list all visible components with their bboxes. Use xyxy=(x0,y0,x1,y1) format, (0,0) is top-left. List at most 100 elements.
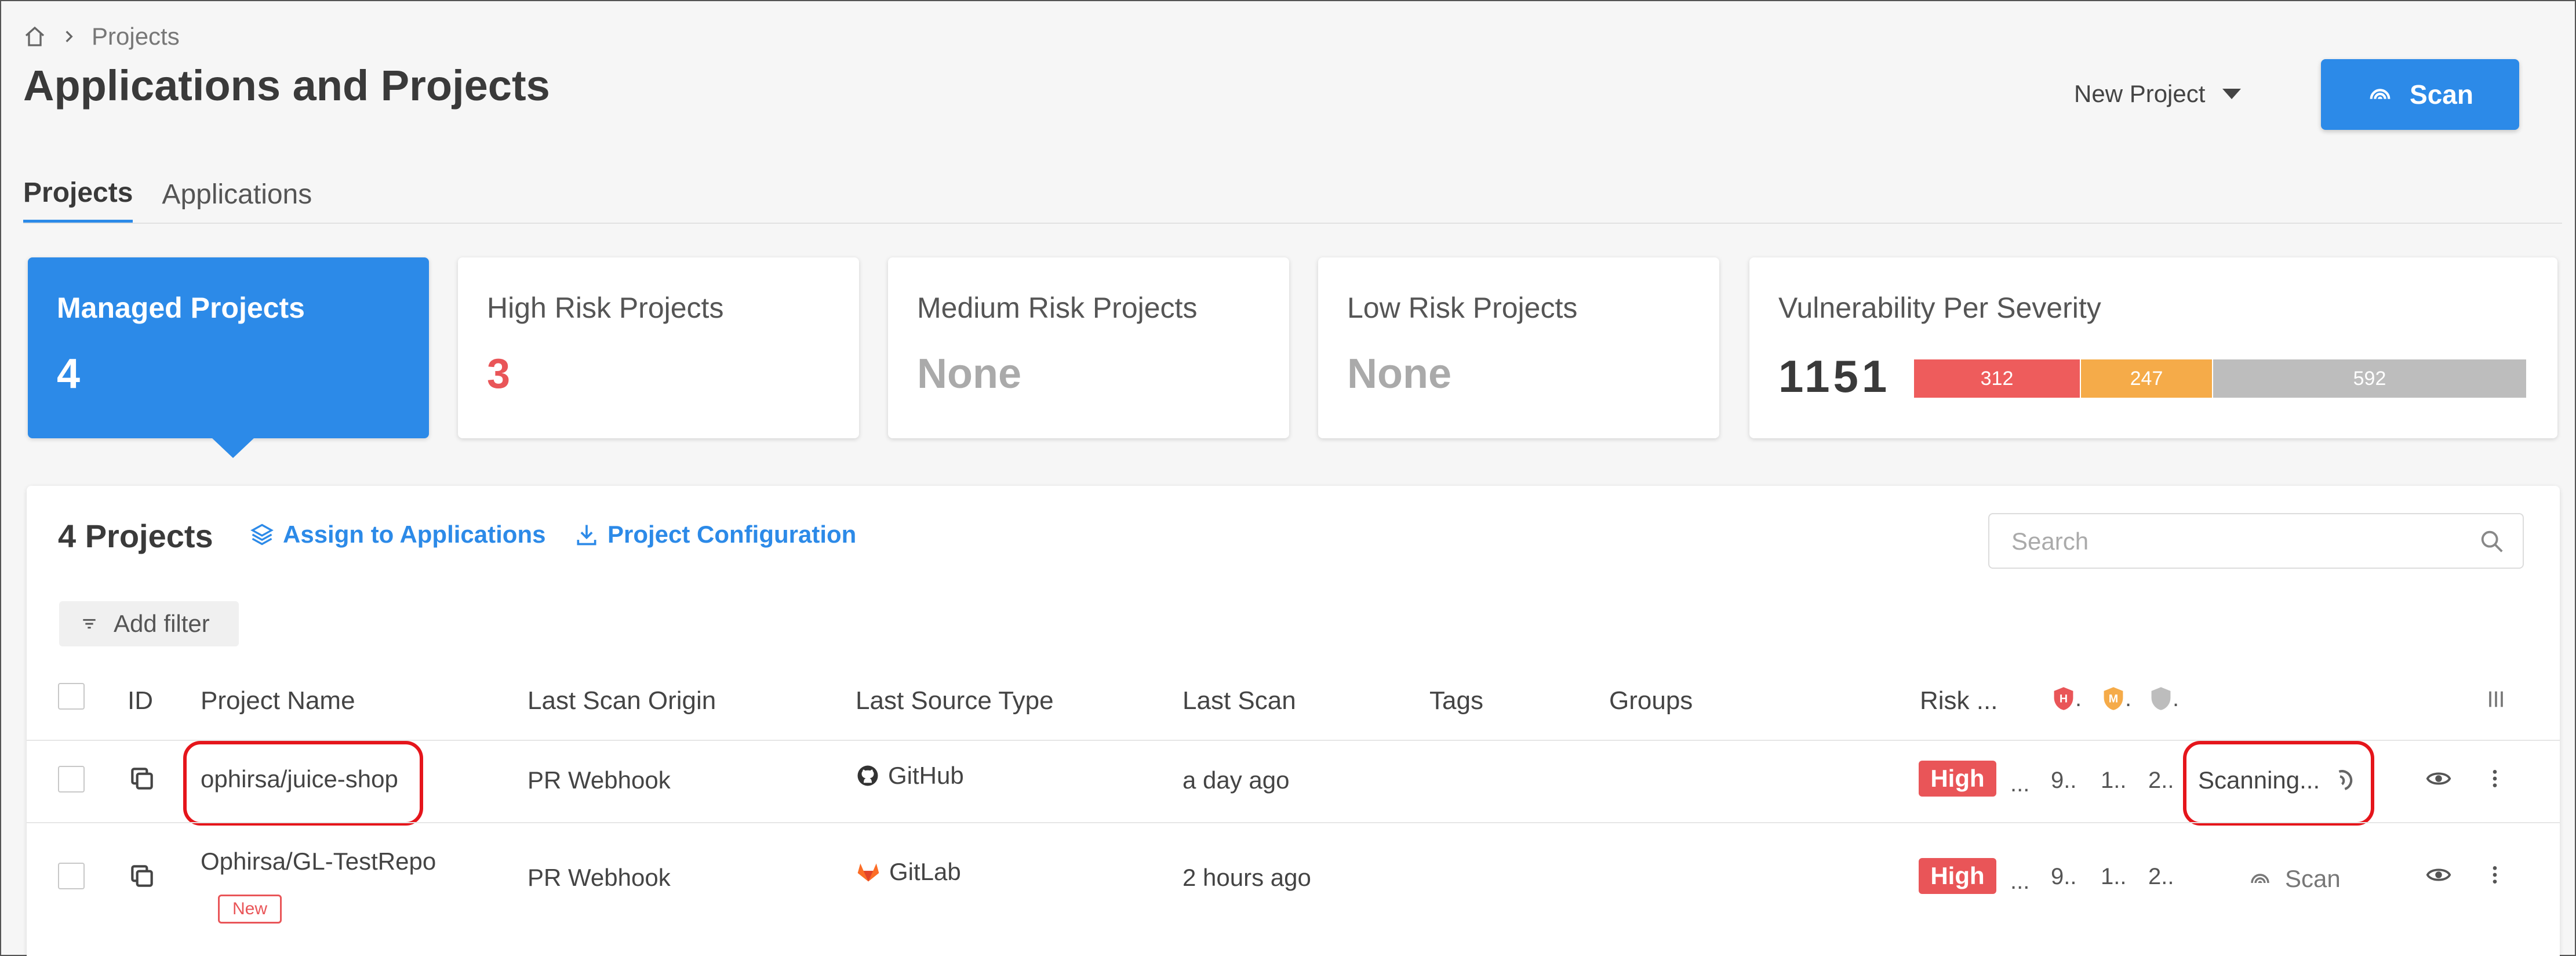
column-header-id[interactable]: ID xyxy=(128,686,153,715)
caret-down-icon xyxy=(2222,89,2242,99)
more-options-icon[interactable] xyxy=(2483,862,2506,888)
layers-icon xyxy=(250,524,274,546)
column-header-last-scan-origin[interactable]: Last Scan Origin xyxy=(527,686,716,715)
breadcrumb-current[interactable]: Projects xyxy=(92,23,180,50)
download-icon xyxy=(577,525,596,546)
add-filter-label: Add filter xyxy=(114,610,210,637)
low-risk-card[interactable]: Low Risk Projects None xyxy=(1318,257,1719,438)
medium-severity-header-dot: . xyxy=(2125,686,2132,711)
project-name-link[interactable]: Ophirsa/GL-TestRepo xyxy=(201,848,436,875)
card-title: Managed Projects xyxy=(57,292,305,324)
card-title: Medium Risk Projects xyxy=(917,292,1198,324)
row-checkbox[interactable] xyxy=(58,766,85,793)
copy-id-icon[interactable] xyxy=(128,764,157,793)
medium-severity-shield-icon: M xyxy=(2104,687,2123,710)
filter-icon xyxy=(83,619,96,629)
card-value: None xyxy=(1347,351,1451,397)
column-header-tags[interactable]: Tags xyxy=(1429,686,1483,715)
gitlab-icon xyxy=(857,863,879,882)
column-header-last-scan[interactable]: Last Scan xyxy=(1183,686,1296,715)
column-header-risk[interactable]: Risk ... xyxy=(1920,686,1998,715)
search-box xyxy=(1988,513,2524,569)
tabs-divider xyxy=(23,223,2562,224)
project-configuration-link[interactable]: Project Configuration xyxy=(574,521,856,548)
last-scan-time: a day ago xyxy=(1183,766,1290,794)
medium-risk-card[interactable]: Medium Risk Projects None xyxy=(888,257,1289,438)
risk-badge: High xyxy=(1919,761,1996,797)
last-source-type: GitHub xyxy=(856,762,964,790)
card-value: None xyxy=(917,351,1021,397)
low-severity-header-dot: . xyxy=(2173,686,2180,711)
highlight-box-scanning xyxy=(2183,741,2374,826)
copy-id-icon[interactable] xyxy=(128,862,157,890)
high-risk-card[interactable]: High Risk Projects 3 xyxy=(458,257,859,438)
card-title: Vulnerability Per Severity xyxy=(1778,292,2101,324)
source-type-label: GitLab xyxy=(889,858,961,885)
high-count: 9.. xyxy=(2051,768,2077,793)
assign-label: Assign to Applications xyxy=(283,521,546,548)
home-icon[interactable] xyxy=(23,25,46,48)
scan-button-label: Scan xyxy=(2410,79,2473,110)
severity-bar-high[interactable]: 312 xyxy=(1914,359,2080,398)
risk-badge: High xyxy=(1919,858,1996,894)
search-input[interactable] xyxy=(2010,514,2465,569)
high-severity-shield-icon: H xyxy=(2054,687,2073,710)
last-scan-origin: PR Webhook xyxy=(527,864,671,891)
high-count: 9.. xyxy=(2051,864,2077,889)
scan-icon xyxy=(2370,89,2391,100)
column-header-low-severity[interactable]: . xyxy=(2149,685,2179,712)
low-count: 2.. xyxy=(2148,864,2174,889)
severity-bar-low[interactable]: 592 xyxy=(2213,359,2526,398)
row-checkbox[interactable] xyxy=(58,863,85,889)
high-severity-header-dot: . xyxy=(2075,686,2082,711)
column-header-project-name[interactable]: Project Name xyxy=(201,686,355,715)
chevron-right-icon xyxy=(66,31,73,42)
highlight-box-project-name xyxy=(183,741,423,826)
low-severity-shield-icon xyxy=(2151,687,2171,710)
search-icon[interactable] xyxy=(2479,528,2505,555)
card-value: 3 xyxy=(487,351,511,397)
breadcrumb: Projects xyxy=(23,22,180,51)
assign-to-applications-link[interactable]: Assign to Applications xyxy=(249,521,545,548)
last-source-type: GitLab xyxy=(856,858,961,886)
row-divider xyxy=(27,822,2560,823)
svg-text:H: H xyxy=(2060,693,2068,706)
config-label: Project Configuration xyxy=(607,521,857,548)
more-options-icon[interactable] xyxy=(2483,765,2506,792)
view-eye-icon[interactable] xyxy=(2425,765,2452,792)
card-pointer xyxy=(211,437,255,458)
vulnerability-total: 1151 xyxy=(1778,351,1891,402)
risk-more: ... xyxy=(2010,868,2030,894)
column-header-last-source-type[interactable]: Last Source Type xyxy=(856,686,1054,715)
column-header-high-severity[interactable]: H . xyxy=(2052,685,2082,712)
row-scan-button[interactable]: Scan xyxy=(2248,865,2341,893)
low-count: 2.. xyxy=(2148,768,2174,793)
select-all-checkbox[interactable] xyxy=(58,683,85,710)
column-header-groups[interactable]: Groups xyxy=(1609,686,1693,715)
new-project-label: New Project xyxy=(2074,80,2206,107)
projects-count: 4 Projects xyxy=(58,518,213,554)
medium-count: 1.. xyxy=(2101,864,2127,889)
view-eye-icon[interactable] xyxy=(2425,862,2452,888)
card-title: High Risk Projects xyxy=(487,292,724,324)
tab-projects[interactable]: Projects xyxy=(23,165,133,223)
severity-bar-medium[interactable]: 247 xyxy=(2081,359,2212,398)
risk-more: ... xyxy=(2010,771,2030,797)
column-header-medium-severity[interactable]: M . xyxy=(2102,685,2131,712)
managed-projects-card[interactable]: Managed Projects 4 xyxy=(28,257,429,438)
source-type-label: GitHub xyxy=(888,762,964,789)
tab-bar: Projects Applications xyxy=(23,165,312,223)
medium-count: 1.. xyxy=(2101,768,2127,793)
svg-text:M: M xyxy=(2109,693,2118,706)
last-scan-time: 2 hours ago xyxy=(1183,864,1311,891)
card-title: Low Risk Projects xyxy=(1347,292,1578,324)
page-title: Applications and Projects xyxy=(23,61,550,110)
scan-button[interactable]: Scan xyxy=(2321,59,2519,130)
new-badge: New xyxy=(218,895,282,924)
row-scan-label: Scan xyxy=(2285,865,2341,892)
new-project-dropdown[interactable]: New Project xyxy=(2074,80,2242,108)
column-settings-icon[interactable] xyxy=(2484,688,2508,711)
tab-applications[interactable]: Applications xyxy=(162,165,312,223)
add-filter-button[interactable]: Add filter xyxy=(59,601,239,646)
github-icon xyxy=(857,765,878,786)
